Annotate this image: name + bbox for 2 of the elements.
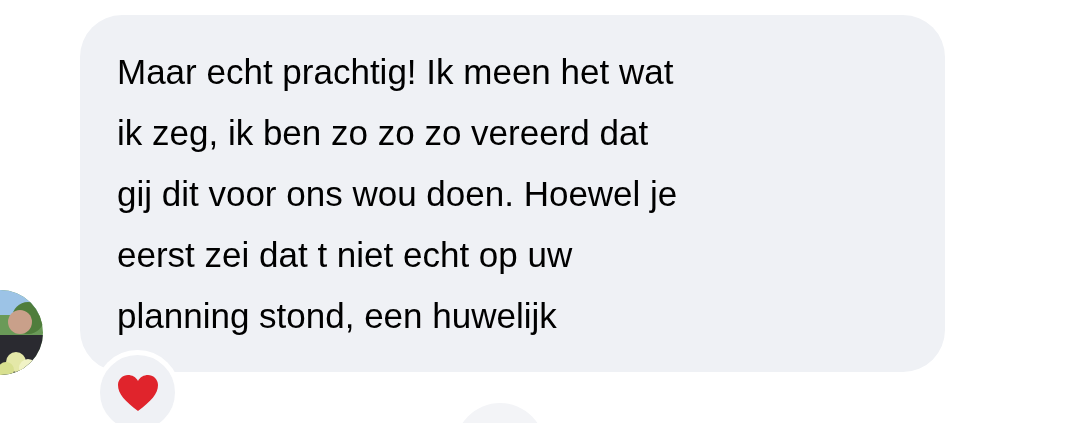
message-text: Maar echt prachtig! Ik meen het wat ik zeg, ik ben zo zo zo vereerd dat gij dit voor ons wou doen. Hoewel je eerst zei dat t niet echt op uw planning stond, een huwelijk	[117, 51, 678, 337]
heart-icon	[116, 373, 159, 412]
